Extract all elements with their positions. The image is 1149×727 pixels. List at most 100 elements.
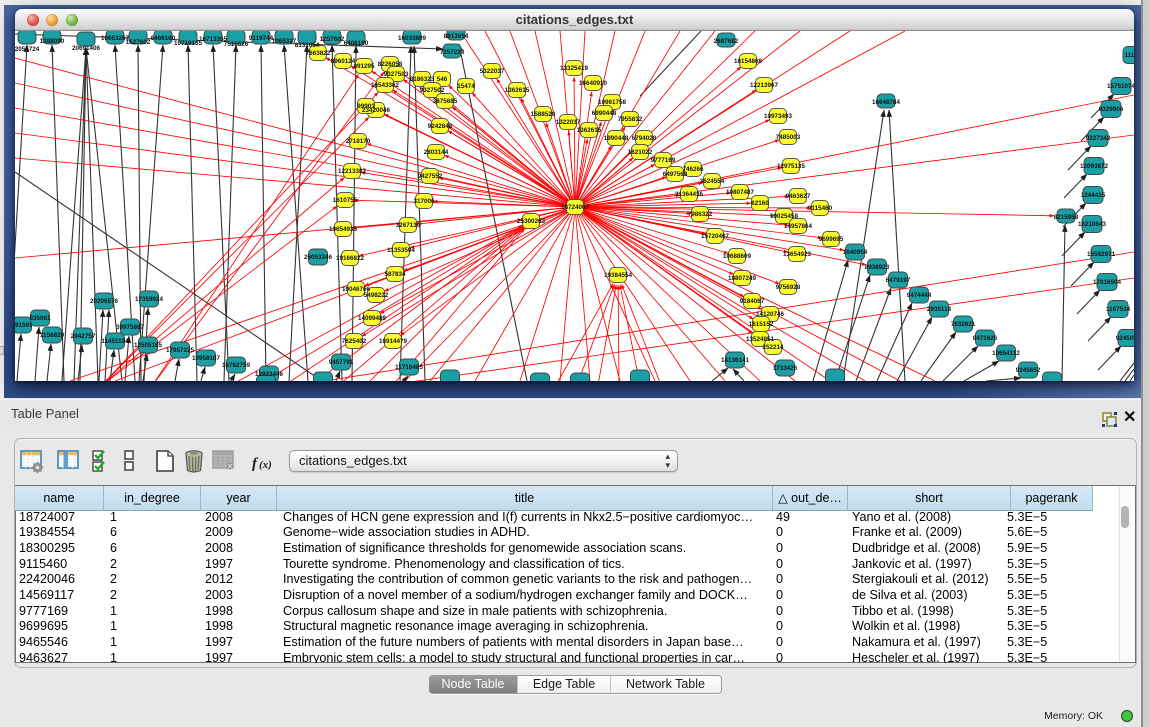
- svg-text:19654935: 19654935: [329, 226, 358, 233]
- svg-text:1640954: 1640954: [843, 249, 868, 256]
- svg-text:9756928: 9756928: [776, 284, 801, 291]
- svg-text:391591: 391591: [15, 322, 33, 329]
- svg-text:891295: 891295: [353, 63, 375, 70]
- svg-text:9427552: 9427552: [418, 173, 443, 180]
- svg-text:19166822: 19166822: [336, 255, 365, 262]
- svg-text:9329906: 9329906: [1099, 106, 1124, 113]
- svg-text:2718170: 2718170: [346, 138, 371, 145]
- svg-text:11451194: 11451194: [101, 338, 129, 345]
- svg-text:7955812: 7955812: [618, 116, 643, 123]
- svg-text:25300263: 25300263: [517, 218, 546, 225]
- svg-text:9457791: 9457791: [329, 359, 354, 366]
- svg-text:99901: 99901: [357, 103, 375, 110]
- svg-text:2942757: 2942757: [71, 333, 96, 340]
- svg-text:14136141: 14136141: [721, 357, 750, 364]
- svg-text:1588520: 1588520: [531, 111, 556, 118]
- svg-text:8813054: 8813054: [444, 33, 469, 40]
- svg-text:9119744: 9119744: [249, 35, 274, 42]
- svg-text:1065327: 1065327: [272, 38, 297, 45]
- svg-text:1244415: 1244415: [1081, 192, 1106, 199]
- svg-text:7485003: 7485003: [776, 134, 801, 141]
- svg-text:9474444: 9474444: [907, 292, 932, 299]
- svg-text:587834: 587834: [384, 271, 406, 278]
- svg-text:12213967: 12213967: [750, 82, 779, 89]
- svg-text:12213382: 12213382: [338, 168, 367, 175]
- svg-text:3624554: 3624554: [700, 178, 725, 185]
- svg-text:9327503: 9327503: [384, 71, 409, 78]
- svg-text:62160: 62160: [751, 200, 769, 207]
- svg-text:10688609: 10688609: [723, 253, 752, 260]
- svg-text:15474: 15474: [457, 83, 475, 90]
- svg-text:12923446: 12923446: [255, 371, 284, 378]
- svg-text:2055724: 2055724: [15, 46, 40, 53]
- svg-text:16640910: 16640910: [579, 80, 608, 87]
- svg-text:11123: 11123: [1125, 52, 1134, 59]
- svg-text:21364436: 21364436: [675, 191, 704, 198]
- svg-text:14120746: 14120746: [756, 311, 785, 318]
- svg-text:1257602: 1257602: [320, 36, 345, 43]
- svg-text:12093872: 12093872: [1080, 163, 1109, 170]
- svg-text:17957225: 17957225: [166, 347, 195, 354]
- svg-text:16154808: 16154808: [734, 58, 763, 65]
- svg-text:2803144: 2803144: [424, 149, 449, 156]
- svg-text:1615152: 1615152: [749, 321, 774, 328]
- svg-text:8960124: 8960124: [331, 58, 356, 65]
- svg-text:14957864: 14957864: [784, 223, 813, 230]
- svg-text:9227342: 9227342: [1086, 135, 1111, 142]
- svg-text:8131054: 8131054: [295, 42, 320, 49]
- svg-text:10025458: 10025458: [770, 213, 799, 220]
- svg-text:1167534: 1167534: [1106, 306, 1131, 313]
- svg-text:10958107: 10958107: [192, 355, 221, 362]
- svg-text:9327502: 9327502: [420, 87, 445, 94]
- svg-text:8938923: 8938923: [865, 264, 890, 271]
- svg-text:546: 546: [437, 76, 448, 83]
- svg-text:1527602: 1527602: [126, 39, 151, 46]
- svg-text:16914479: 16914479: [379, 338, 408, 345]
- svg-text:252214: 252214: [762, 344, 784, 351]
- svg-text:9245052: 9245052: [1116, 335, 1134, 342]
- svg-text:9184067: 9184067: [740, 298, 765, 305]
- svg-text:835061: 835061: [29, 315, 51, 322]
- svg-text:7357224: 7357224: [440, 49, 465, 56]
- svg-text:12975135: 12975135: [777, 163, 806, 170]
- svg-text:17016504: 17016504: [1093, 279, 1122, 286]
- svg-text:15720407: 15720407: [701, 233, 730, 240]
- svg-text:8215958: 8215958: [1054, 214, 1079, 221]
- svg-text:7632621: 7632621: [951, 321, 976, 328]
- svg-text:9115460: 9115460: [808, 205, 833, 212]
- svg-text:1990448: 1990448: [604, 135, 629, 142]
- svg-text:9245652: 9245652: [1016, 367, 1041, 374]
- svg-text:317006: 317006: [413, 198, 435, 205]
- svg-text:15751074: 15751074: [1107, 83, 1134, 90]
- svg-text:9777169: 9777169: [651, 157, 676, 164]
- svg-text:10961758: 10961758: [598, 99, 627, 106]
- svg-text:6406160: 6406160: [344, 40, 369, 47]
- svg-text:9242848: 9242848: [428, 123, 453, 130]
- svg-text:8471626: 8471626: [973, 335, 998, 342]
- svg-text:3267130: 3267130: [396, 222, 421, 229]
- svg-text:6794028: 6794028: [632, 135, 657, 142]
- svg-text:20206576: 20206576: [90, 298, 119, 305]
- svg-text:16543362: 16543362: [371, 82, 400, 89]
- svg-text:17359924: 17359924: [135, 296, 164, 303]
- svg-text:f: f: [252, 456, 259, 472]
- svg-text:1298090: 1298090: [40, 38, 65, 45]
- svg-text:16648784: 16648784: [872, 99, 901, 106]
- svg-text:18724007: 18724007: [561, 204, 590, 211]
- svg-text:10807487: 10807487: [726, 189, 755, 196]
- svg-text:13325419: 13325419: [560, 65, 589, 72]
- svg-text:5322037: 5322037: [480, 68, 505, 75]
- svg-text:13524851: 13524851: [746, 336, 775, 343]
- svg-text:(x): (x): [259, 459, 272, 471]
- svg-text:11353594: 11353594: [387, 247, 415, 254]
- svg-text:6990448: 6990448: [592, 110, 617, 117]
- svg-text:1156829: 1156829: [40, 332, 65, 339]
- svg-text:1733426: 1733426: [773, 365, 798, 372]
- svg-text:7625402: 7625402: [342, 338, 367, 345]
- svg-text:1362615: 1362615: [505, 87, 530, 94]
- svg-text:10654112: 10654112: [992, 350, 1020, 357]
- svg-text:12505185: 12505185: [134, 342, 163, 349]
- svg-text:1322037: 1322037: [556, 119, 581, 126]
- svg-text:5498222: 5498222: [364, 292, 389, 299]
- svg-text:2687682: 2687682: [714, 38, 739, 45]
